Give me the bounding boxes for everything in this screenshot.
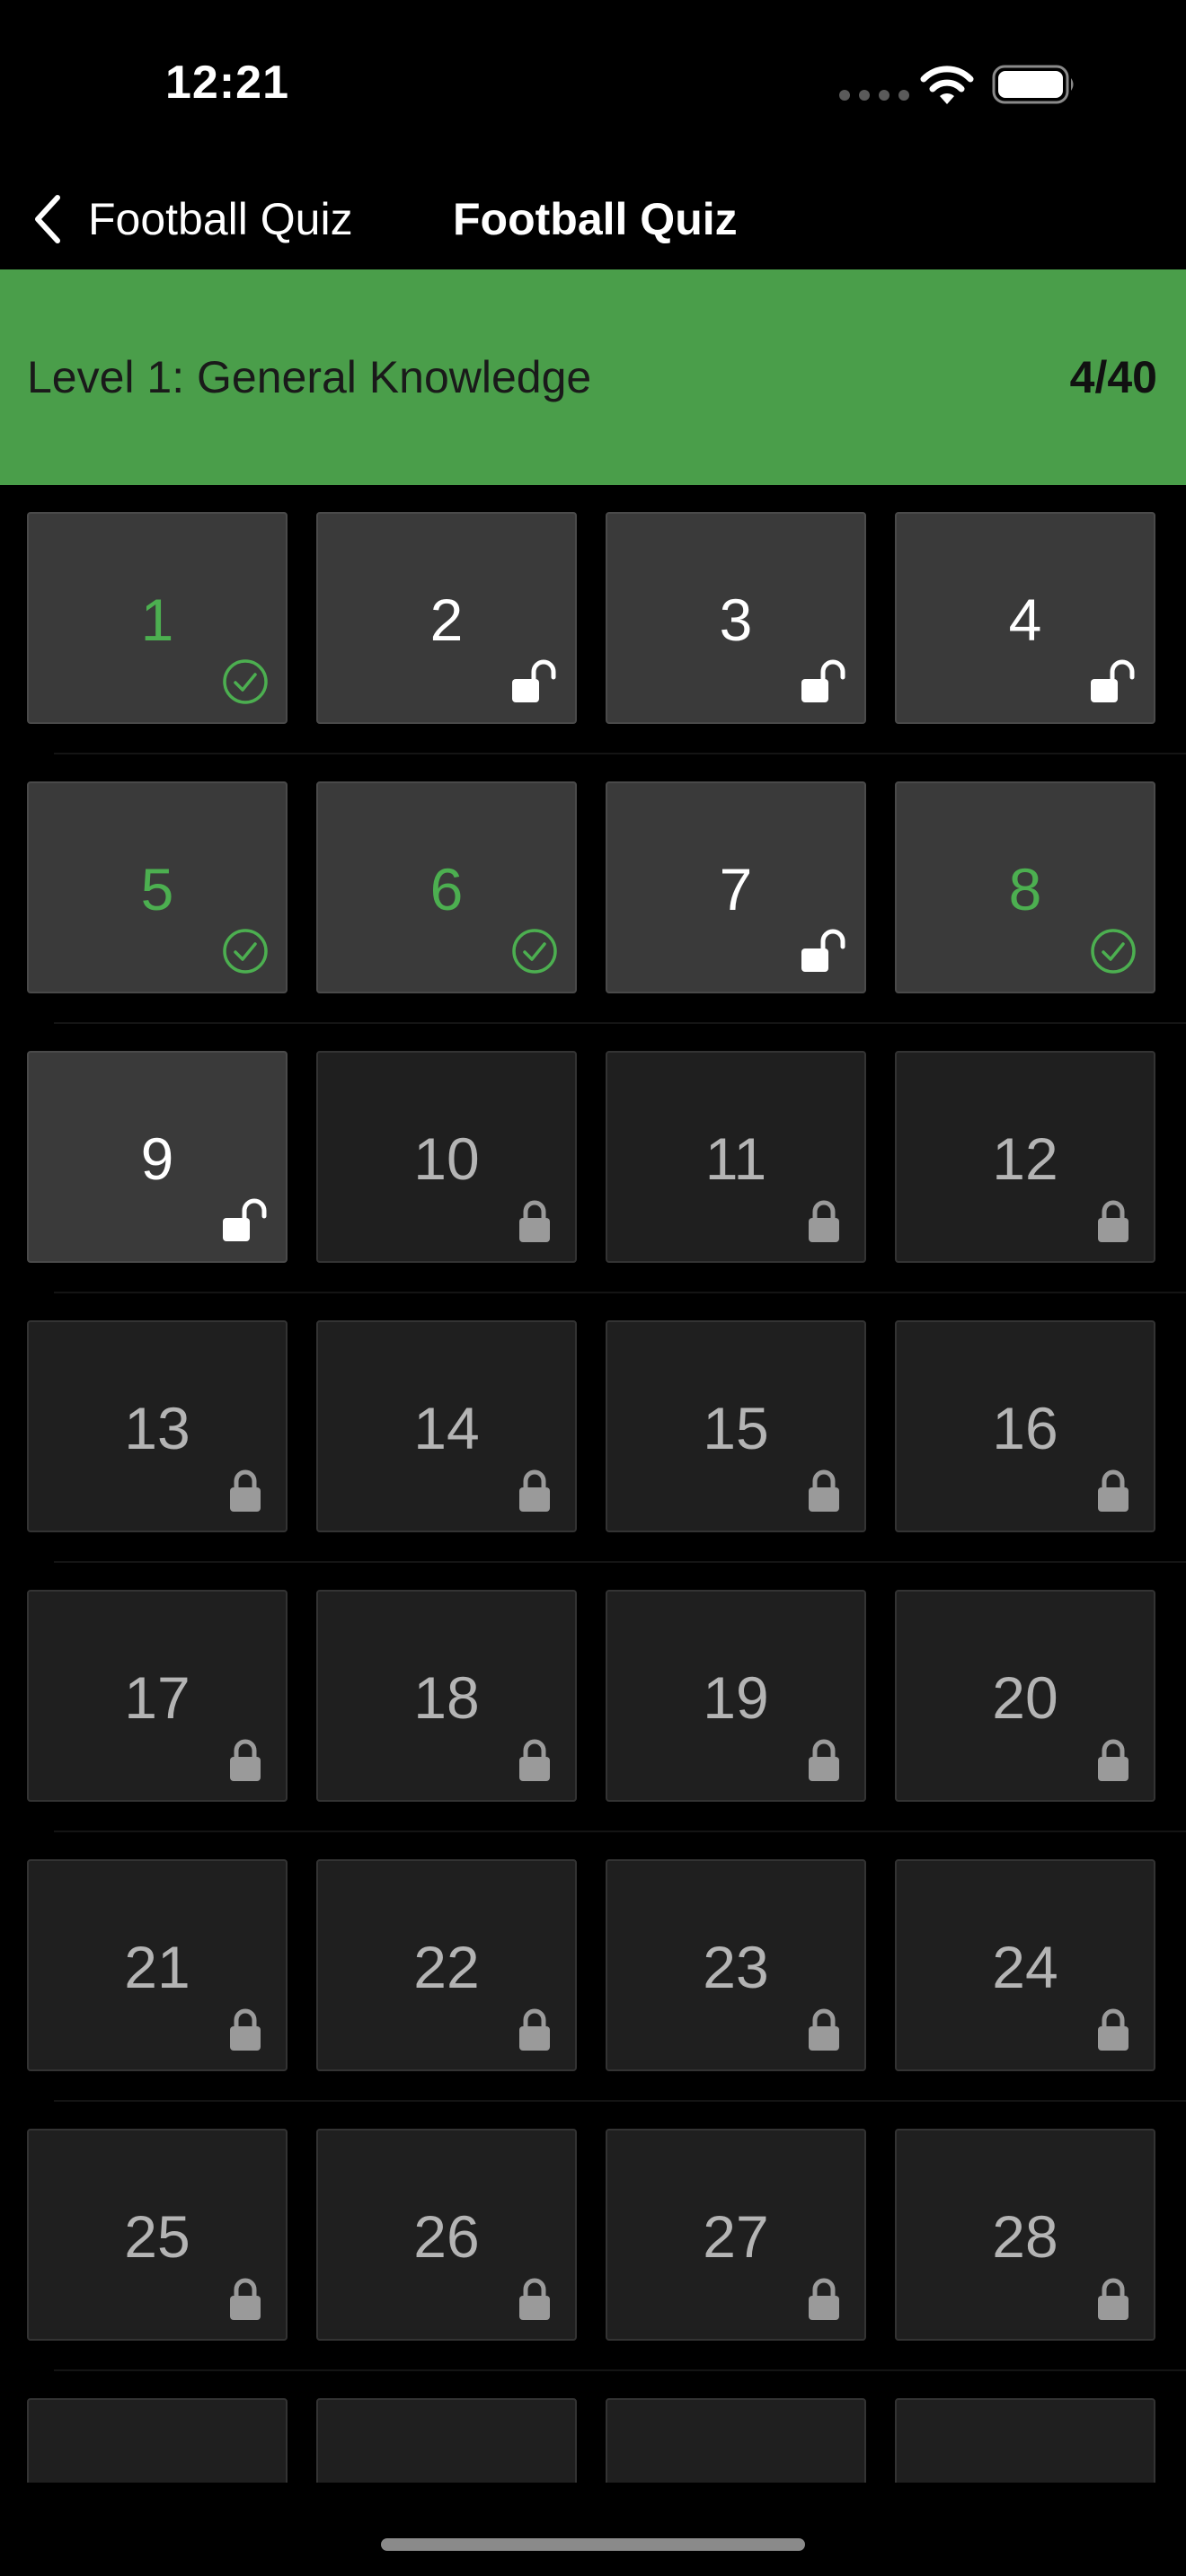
question-tile[interactable]: 5 [27,781,288,993]
lock-icon [800,1466,848,1514]
lock-icon [221,2005,270,2053]
question-tile[interactable]: 2 [316,512,577,724]
battery-icon [992,65,1074,104]
lock-icon [1089,1196,1137,1245]
question-row: 17 18 19 20 [0,1563,1186,1832]
question-tile[interactable]: 24 [895,1859,1155,2071]
question-row: 9 10 11 12 [0,1024,1186,1293]
question-tile[interactable]: 9 [27,1051,288,1263]
question-grid: 1 2 3 4 5 6 7 8 9 10 11 12 13 14 15 16 17 18 19 20 21 22 23 24 2… [0,485,1186,2483]
lock-icon [800,2005,848,2053]
question-row: 25 26 27 28 [0,2102,1186,2371]
check-circle-icon [1089,927,1137,975]
navigation-bar: Football Quiz Football Quiz [0,171,1186,269]
unlock-icon [221,1196,270,1245]
home-indicator [381,2538,805,2551]
question-row: 5678 [0,754,1186,1024]
question-row: 1234 [0,485,1186,754]
lock-icon [1089,1466,1137,1514]
question-tile[interactable]: 15 [606,1320,866,1532]
question-tile[interactable]: 18 [316,1590,577,1802]
lock-icon [221,1735,270,1784]
question-tile[interactable]: 4 [895,512,1155,724]
unlock-icon [800,927,848,975]
question-tile[interactable]: 1 [27,512,288,724]
unlock-icon [1089,657,1137,706]
question-row: 21 22 23 24 [0,1832,1186,2102]
cellular-signal-icon [839,90,909,101]
question-tile[interactable]: 28 [895,2129,1155,2341]
page-title: Football Quiz [453,194,738,244]
question-tile[interactable]: 23 [606,1859,866,2071]
lock-icon [510,1466,559,1514]
question-tile[interactable] [27,2398,288,2483]
chevron-left-icon [35,195,60,243]
lock-icon [510,1196,559,1245]
question-tile[interactable]: 20 [895,1590,1155,1802]
status-bar: 12:21 [0,0,1186,171]
question-tile[interactable] [316,2398,577,2483]
question-tile[interactable]: 11 [606,1051,866,1263]
back-button-label: Football Quiz [88,194,353,244]
question-tile[interactable]: 25 [27,2129,288,2341]
question-tile[interactable]: 21 [27,1859,288,2071]
level-title: Level 1: General Knowledge [27,352,592,402]
question-tile[interactable]: 17 [27,1590,288,1802]
question-tile[interactable]: 7 [606,781,866,993]
lock-icon [1089,2005,1137,2053]
wifi-icon [920,66,974,104]
question-row: 13 14 15 16 [0,1293,1186,1563]
check-circle-icon [221,927,270,975]
lock-icon [510,2274,559,2323]
question-tile[interactable]: 22 [316,1859,577,2071]
lock-icon [800,1735,848,1784]
question-tile[interactable]: 19 [606,1590,866,1802]
question-tile[interactable]: 27 [606,2129,866,2341]
question-tile[interactable]: 3 [606,512,866,724]
level-progress: 4/40 [1069,352,1157,402]
question-tile[interactable] [606,2398,866,2483]
question-tile[interactable]: 16 [895,1320,1155,1532]
question-row [0,2371,1186,2483]
question-tile[interactable]: 6 [316,781,577,993]
question-tile[interactable] [895,2398,1155,2483]
lock-icon [221,2274,270,2323]
question-tile[interactable]: 14 [316,1320,577,1532]
lock-icon [1089,1735,1137,1784]
question-tile[interactable]: 12 [895,1051,1155,1263]
question-tile[interactable]: 13 [27,1320,288,1532]
level-header: Level 1: General Knowledge 4/40 [0,269,1186,485]
check-circle-icon [510,927,559,975]
back-button[interactable]: Football Quiz [32,183,353,255]
question-tile[interactable]: 26 [316,2129,577,2341]
unlock-icon [510,657,559,706]
question-tile[interactable]: 8 [895,781,1155,993]
unlock-icon [800,657,848,706]
lock-icon [1089,2274,1137,2323]
lock-icon [800,2274,848,2323]
status-time: 12:21 [165,57,289,109]
lock-icon [510,2005,559,2053]
lock-icon [221,1466,270,1514]
lock-icon [800,1196,848,1245]
lock-icon [510,1735,559,1784]
question-tile[interactable]: 10 [316,1051,577,1263]
check-circle-icon [221,657,270,706]
